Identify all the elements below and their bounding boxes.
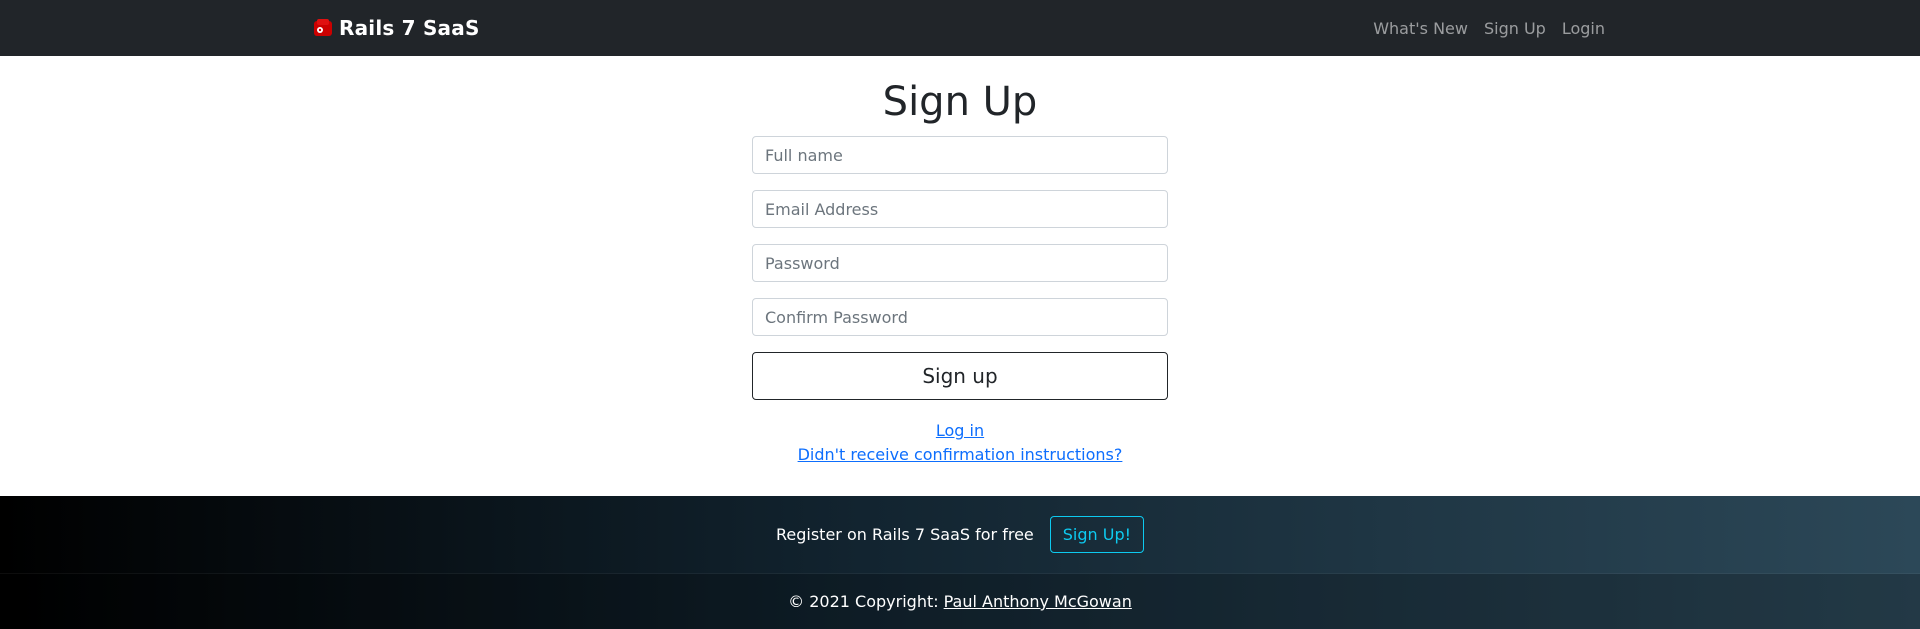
- nav-links: What's New Sign Up Login: [1373, 0, 1605, 56]
- nav-link-sign-up[interactable]: Sign Up: [1484, 19, 1546, 38]
- rails-logo-icon: [314, 19, 332, 36]
- nav-link-login[interactable]: Login: [1562, 19, 1605, 38]
- email-input[interactable]: [752, 190, 1168, 228]
- cta-text: Register on Rails 7 SaaS for free: [775, 525, 1034, 544]
- sign-up-button[interactable]: Sign up: [752, 352, 1168, 400]
- full-name-input[interactable]: [752, 136, 1168, 174]
- signup-form: Sign up: [752, 136, 1168, 400]
- confirmation-instructions-link[interactable]: Didn't receive confirmation instructions…: [752, 443, 1168, 467]
- auth-links: Log in Didn't receive confirmation instr…: [752, 419, 1168, 467]
- brand-name: Rails 7 SaaS: [339, 16, 480, 40]
- footer-copyright: © 2021 Copyright: Paul Anthony McGowan: [0, 574, 1920, 629]
- password-input[interactable]: [752, 244, 1168, 282]
- footer-sign-up-button[interactable]: Sign Up!: [1049, 516, 1145, 553]
- nav-link-whats-new[interactable]: What's New: [1373, 19, 1468, 38]
- footer-cta: Register on Rails 7 SaaS for free Sign U…: [0, 496, 1920, 574]
- confirm-password-input[interactable]: [752, 298, 1168, 336]
- page-title: Sign Up: [882, 79, 1038, 125]
- footer: Register on Rails 7 SaaS for free Sign U…: [0, 496, 1920, 629]
- brand-link[interactable]: Rails 7 SaaS: [313, 0, 480, 56]
- navbar: Rails 7 SaaS What's New Sign Up Login: [0, 0, 1920, 56]
- copyright-text: © 2021 Copyright:: [788, 592, 939, 611]
- author-link[interactable]: Paul Anthony McGowan: [944, 592, 1132, 611]
- signup-main: Sign Up Sign up Log in Didn't receive co…: [752, 78, 1168, 467]
- log-in-link[interactable]: Log in: [752, 419, 1168, 443]
